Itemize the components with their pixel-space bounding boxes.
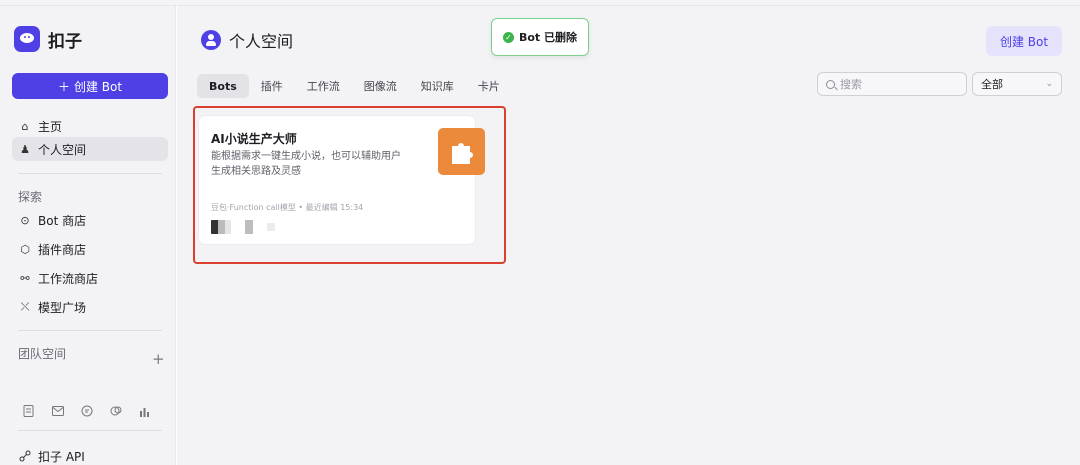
sidebar-item-api[interactable]: 扣子 API xyxy=(12,444,168,465)
chevron-down-icon: ⌄ xyxy=(1045,79,1053,89)
bot-card-title: AI小说生产大师 xyxy=(211,132,297,146)
blurred-avatar xyxy=(245,220,253,234)
bot-store-icon: ⊙ xyxy=(20,213,30,227)
blurred-avatar xyxy=(211,220,231,234)
tab-knowledge[interactable]: 知识库 xyxy=(409,74,466,98)
sidebar-divider xyxy=(18,430,162,431)
model-plaza-icon: ⤬ xyxy=(20,300,30,313)
tab-cards[interactable]: 卡片 xyxy=(466,74,512,98)
sidebar-item-personal-space[interactable]: ♟ 个人空间 xyxy=(12,137,168,161)
bot-card-meta: 豆包·Function call模型 • 最近编辑 15:34 xyxy=(211,203,364,212)
sidebar-item-label: 个人空间 xyxy=(38,142,87,157)
sidebar-divider xyxy=(18,173,162,174)
sidebar-item-label: 主页 xyxy=(38,119,63,134)
filter-value: 全部 xyxy=(981,78,1003,91)
search-placeholder: 搜索 xyxy=(840,78,862,91)
sidebar-divider xyxy=(18,330,162,331)
bot-card[interactable]: AI小说生产大师 能根据需求一键生成小说，也可以辅助用户生成相关思路及灵感 豆包… xyxy=(198,115,485,245)
tab-plugins[interactable]: 插件 xyxy=(249,74,295,98)
explore-section-label: 探索 xyxy=(18,190,43,204)
search-icon xyxy=(826,79,835,89)
stats-icon[interactable] xyxy=(138,404,151,417)
sidebar-item-home[interactable]: ⌂ 主页 xyxy=(12,114,168,138)
link-icon xyxy=(18,450,32,462)
create-bot-label: 创建 Bot xyxy=(73,79,123,94)
home-icon: ⌂ xyxy=(21,119,29,133)
tab-bots[interactable]: Bots xyxy=(197,74,249,98)
sidebar: 扣子 ＋ 创建 Bot ⌂ 主页 ♟ 个人空间 探索 ⊙ Bot 商店 ⬡ 插件… xyxy=(0,6,176,465)
search-input[interactable]: 搜索 xyxy=(817,72,967,96)
sidebar-item-label: 模型广场 xyxy=(38,300,87,315)
sidebar-item-bot-store[interactable]: ⊙ Bot 商店 xyxy=(12,208,168,232)
user-avatar-icon xyxy=(201,30,221,50)
workflow-store-icon: ⚯ xyxy=(20,271,30,285)
page-header: 个人空间 xyxy=(201,28,293,52)
tab-imageflows[interactable]: 图像流 xyxy=(352,74,409,98)
chat-icon[interactable] xyxy=(80,404,93,417)
sidebar-item-model-plaza[interactable]: ⤬ 模型广场 xyxy=(12,295,168,319)
sidebar-tool-row xyxy=(22,404,151,417)
sidebar-item-label: 扣子 API xyxy=(38,449,85,464)
check-circle-icon: ✓ xyxy=(502,31,514,43)
sidebar-item-plugin-store[interactable]: ⬡ 插件商店 xyxy=(12,237,168,261)
sidebar-item-label: 插件商店 xyxy=(38,242,87,257)
page-title: 个人空间 xyxy=(229,32,294,51)
sidebar-item-workflow-store[interactable]: ⚯ 工作流商店 xyxy=(12,266,168,290)
tab-bar: Bots 插件 工作流 图像流 知识库 卡片 xyxy=(197,74,512,98)
main-content: 个人空间 ✓ Bot 已删除 创建 Bot Bots 插件 工作流 图像流 知识… xyxy=(177,6,1080,465)
puzzle-icon xyxy=(438,128,485,175)
add-team-icon[interactable]: + xyxy=(152,350,165,368)
team-space-label: 团队空间 xyxy=(18,347,67,361)
blurred-avatar xyxy=(267,223,275,231)
create-bot-button[interactable]: 创建 Bot xyxy=(986,26,1062,56)
bot-card-avatars xyxy=(211,220,275,234)
coze-logo-icon xyxy=(14,26,40,52)
bot-card-description: 能根据需求一键生成小说，也可以辅助用户生成相关思路及灵感 xyxy=(211,151,401,177)
success-toast: ✓ Bot 已删除 xyxy=(491,18,589,56)
plus-icon: ＋ xyxy=(57,79,70,94)
person-icon: ♟ xyxy=(20,142,30,156)
sidebar-item-label: Bot 商店 xyxy=(38,213,87,228)
document-icon[interactable] xyxy=(22,404,35,417)
toast-message: Bot 已删除 xyxy=(518,31,578,44)
feedback-icon[interactable] xyxy=(109,404,122,417)
filter-select[interactable]: 全部 ⌄ xyxy=(972,72,1062,96)
plugin-store-icon: ⬡ xyxy=(20,242,30,256)
tab-workflows[interactable]: 工作流 xyxy=(295,74,352,98)
mail-icon[interactable] xyxy=(51,404,64,417)
sidebar-create-bot-button[interactable]: ＋ 创建 Bot xyxy=(12,73,168,99)
brand-name: 扣子 xyxy=(48,31,82,52)
brand-logo[interactable]: 扣子 xyxy=(14,26,82,52)
sidebar-item-label: 工作流商店 xyxy=(38,271,99,286)
